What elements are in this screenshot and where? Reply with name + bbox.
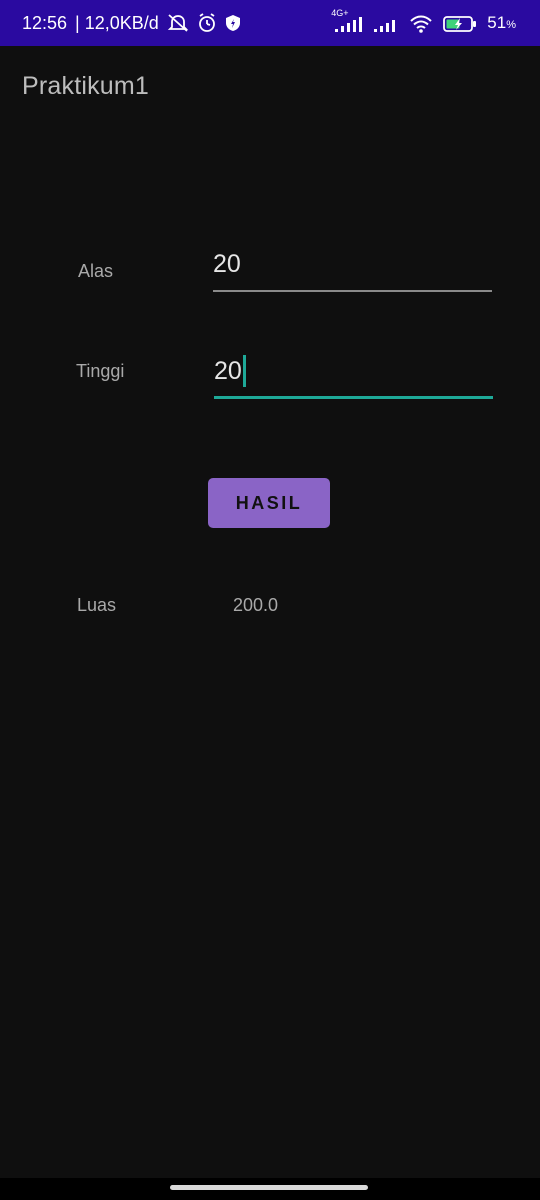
alas-input-value: 20 — [213, 250, 241, 278]
tinggi-input-text: 20 — [214, 355, 246, 387]
navigation-bar — [0, 1178, 540, 1200]
app-title: Praktikum1 — [22, 72, 150, 100]
shield-icon — [225, 14, 241, 32]
tinggi-input-underline — [214, 396, 493, 399]
battery-percent-value: 51 — [487, 13, 507, 32]
hasil-button[interactable]: HASIL — [208, 478, 330, 528]
alas-input-underline — [213, 290, 492, 292]
cellular-signal-icon: 4G+ — [331, 8, 363, 34]
tinggi-input-value: 20 — [214, 357, 242, 385]
alarm-icon — [197, 13, 217, 33]
battery-percent: 51% — [487, 10, 516, 38]
luas-value: 200.0 — [233, 595, 279, 615]
luas-label: Luas — [77, 595, 117, 615]
app-screen: 12:56 | 12,0KB/d 4G+ 51% Praktikum1 Alas… — [0, 0, 540, 1200]
network-type-label: 4G+ — [331, 8, 349, 18]
status-right: 4G+ 51% — [331, 8, 516, 38]
alas-label: Alas — [78, 261, 114, 281]
battery-icon — [443, 14, 477, 34]
alas-input[interactable]: 20 — [213, 248, 492, 292]
text-cursor — [242, 355, 246, 387]
battery-percent-unit: % — [506, 19, 516, 31]
tinggi-input[interactable]: 20 — [214, 355, 493, 399]
tinggi-label: Tinggi — [76, 361, 125, 381]
status-bar: 12:56 | 12,0KB/d 4G+ 51% — [0, 0, 540, 46]
clock: 12:56 — [22, 13, 68, 33]
home-indicator[interactable] — [170, 1185, 368, 1190]
app-bar: Praktikum1 — [0, 46, 540, 130]
wifi-icon — [409, 14, 433, 34]
status-left: 12:56 | 12,0KB/d — [22, 10, 241, 36]
cellular-signal-2-icon — [373, 14, 399, 34]
mute-icon — [167, 13, 189, 33]
network-speed: | 12,0KB/d — [75, 13, 159, 33]
